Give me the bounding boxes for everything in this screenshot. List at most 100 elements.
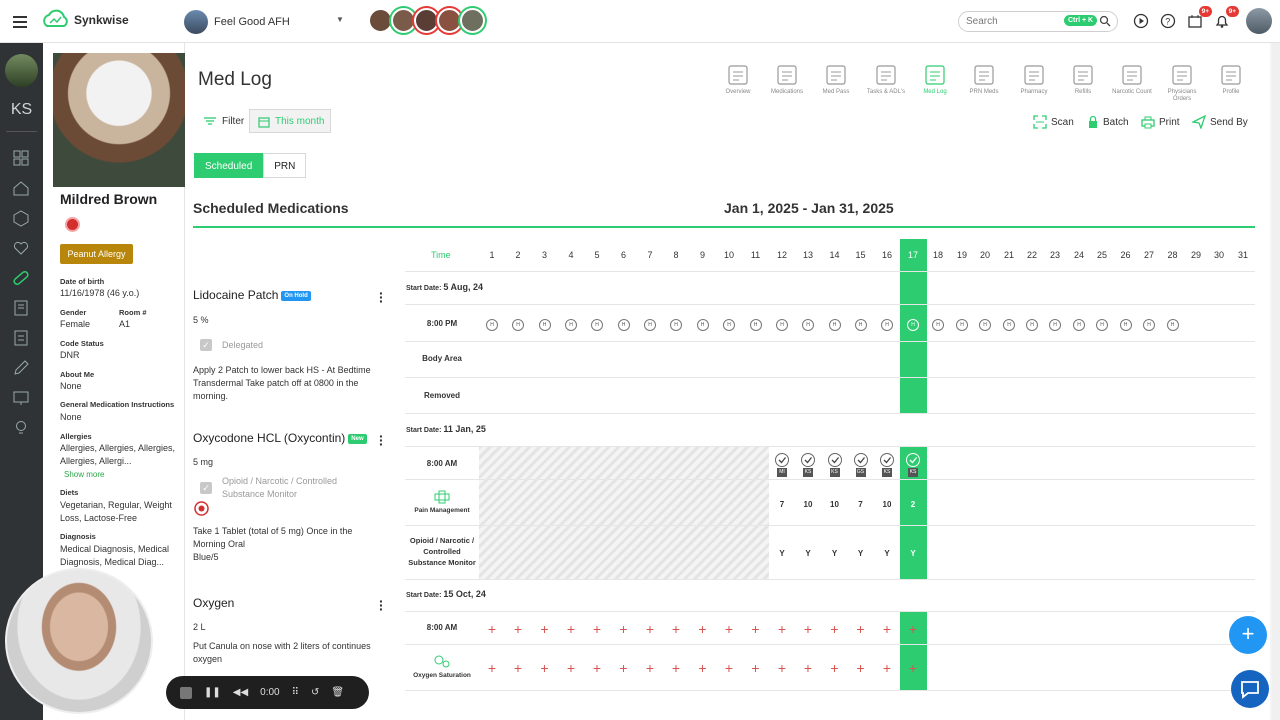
grid-line — [405, 525, 1255, 526]
plus-icon: + — [513, 621, 523, 637]
checkbox-delegated[interactable]: ✓ — [200, 339, 212, 351]
pain-value: 10 — [830, 500, 839, 509]
more-options-icon[interactable]: · · · — [379, 286, 384, 308]
document-icon[interactable] — [12, 329, 30, 347]
trash-icon[interactable]: 🗑 — [331, 687, 344, 698]
search-placeholder: Search — [966, 16, 998, 27]
scrollbar[interactable] — [1272, 43, 1280, 720]
pen-icon[interactable] — [12, 359, 30, 377]
start-prefix: Start Date: — [406, 592, 442, 599]
plus-icon: + — [803, 621, 813, 637]
box-icon[interactable] — [12, 209, 30, 227]
this-month-button[interactable]: This month — [249, 109, 331, 133]
notes-icon[interactable] — [12, 299, 30, 317]
avatar[interactable] — [414, 8, 439, 33]
undo-icon[interactable]: ↺ — [311, 687, 319, 698]
scan-label: Scan — [1051, 116, 1074, 128]
app-logo[interactable]: Synkwise — [40, 8, 129, 32]
nav-item[interactable]: Narcotic Count — [1112, 64, 1152, 96]
check-icon — [827, 453, 842, 467]
chevron-down-icon[interactable]: ▼ — [336, 15, 344, 24]
stop-icon[interactable] — [180, 686, 192, 699]
nav-item[interactable]: Overview — [718, 64, 758, 96]
day-header: 2 — [515, 250, 521, 260]
nav-item-label: Med Log — [923, 89, 947, 95]
grid-line — [405, 377, 1255, 378]
cloud-logo-icon — [43, 9, 68, 27]
nav-item-label: Narcotic Count — [1112, 89, 1152, 95]
send-by-button[interactable]: Send By — [1192, 115, 1248, 129]
add-button[interactable]: + — [1229, 616, 1267, 654]
divider — [193, 226, 1255, 228]
check-icon — [880, 453, 894, 467]
facility-selector[interactable]: Feel Good AFH — [184, 10, 290, 34]
med-name-oxycodone[interactable]: Oxycodone HCL (Oxycontin) New — [193, 431, 367, 445]
tab-scheduled[interactable]: Scheduled — [194, 153, 264, 178]
hold-marker: H — [854, 319, 867, 331]
play-icon[interactable] — [1133, 13, 1149, 29]
more-options-icon[interactable]: · · · — [379, 429, 384, 451]
show-more-link[interactable]: Show more — [64, 470, 104, 479]
nav-item[interactable]: Tasks & ADL's — [866, 64, 906, 96]
avatar[interactable] — [437, 8, 462, 33]
monitor-icon[interactable] — [12, 389, 30, 407]
nav-item[interactable]: Pharmacy — [1014, 64, 1054, 96]
nav-item-label: Physicians Orders — [1167, 89, 1197, 102]
grid-line — [405, 579, 1255, 580]
nav-item[interactable]: Refills — [1063, 64, 1103, 96]
dashboard-icon[interactable] — [12, 149, 30, 167]
filter-button[interactable]: Filter — [203, 115, 244, 127]
nav-item[interactable]: Med Pass — [816, 64, 856, 96]
hold-marker: H — [723, 319, 735, 331]
calendar-icon — [258, 117, 270, 128]
prn-icon — [974, 65, 994, 85]
nav-item[interactable]: Medications — [767, 64, 807, 96]
med-name-lidocaine[interactable]: Lidocaine Patch On Hold — [193, 288, 311, 302]
tasks-icon — [876, 65, 896, 85]
batch-button[interactable]: Batch — [1087, 115, 1129, 129]
print-button[interactable]: Print — [1141, 115, 1180, 129]
search-icon[interactable] — [1099, 15, 1111, 27]
search-input[interactable]: Search Ctrl + K — [958, 11, 1118, 32]
avatar[interactable] — [368, 8, 393, 33]
avatar[interactable] — [391, 8, 416, 33]
plus-icon: + — [856, 660, 865, 676]
grid-line — [405, 690, 1255, 691]
bell-icon[interactable]: 9+ — [1214, 6, 1239, 29]
gender-value: Female — [60, 319, 91, 329]
monitor-value: Y — [884, 549, 890, 558]
hold-marker: H — [538, 319, 551, 331]
pause-icon[interactable]: ❚❚ — [204, 687, 221, 698]
avatar[interactable] — [460, 8, 485, 33]
allergy-button[interactable]: Peanut Allergy — [60, 244, 133, 264]
checkbox-label: Opioid / Narcotic / Controlled Substance… — [222, 476, 338, 499]
user-avatar[interactable] — [1246, 8, 1272, 34]
plus-icon: + — [777, 621, 787, 637]
bulb-icon[interactable] — [12, 419, 30, 437]
scan-button[interactable]: Scan — [1033, 115, 1074, 129]
grid-icon[interactable]: ⠿ — [292, 687, 299, 698]
day-header: 29 — [1190, 250, 1201, 260]
row-label: Pain Management — [414, 507, 470, 514]
hamburger-menu-icon[interactable] — [10, 12, 32, 30]
med-name-oxygen[interactable]: Oxygen — [193, 596, 234, 610]
nav-item[interactable]: Physicians Orders — [1162, 64, 1202, 103]
chat-icon[interactable] — [1231, 670, 1269, 708]
more-options-icon[interactable]: · · · — [379, 594, 384, 616]
home-icon[interactable] — [12, 179, 30, 197]
nav-item[interactable]: Med Log — [915, 64, 955, 96]
alert-icon[interactable] — [65, 217, 80, 232]
heart-icon[interactable] — [12, 239, 30, 257]
pill-icon[interactable] — [12, 269, 30, 287]
pain-value: 10 — [882, 500, 892, 509]
hold-marker: H — [1073, 319, 1085, 331]
nav-item[interactable]: Profile — [1211, 64, 1251, 96]
help-icon[interactable]: ? — [1160, 13, 1176, 29]
checkbox-controlled[interactable]: ✓ — [200, 482, 212, 494]
rail-avatar[interactable] — [5, 54, 38, 87]
tasks-badge: 9+ — [1198, 6, 1212, 17]
tasks-icon[interactable]: 9+ — [1187, 6, 1212, 29]
tab-prn[interactable]: PRN — [263, 153, 307, 178]
nav-item[interactable]: PRN Meds — [964, 64, 1004, 96]
rewind-icon[interactable]: ◀◀ — [233, 687, 248, 698]
